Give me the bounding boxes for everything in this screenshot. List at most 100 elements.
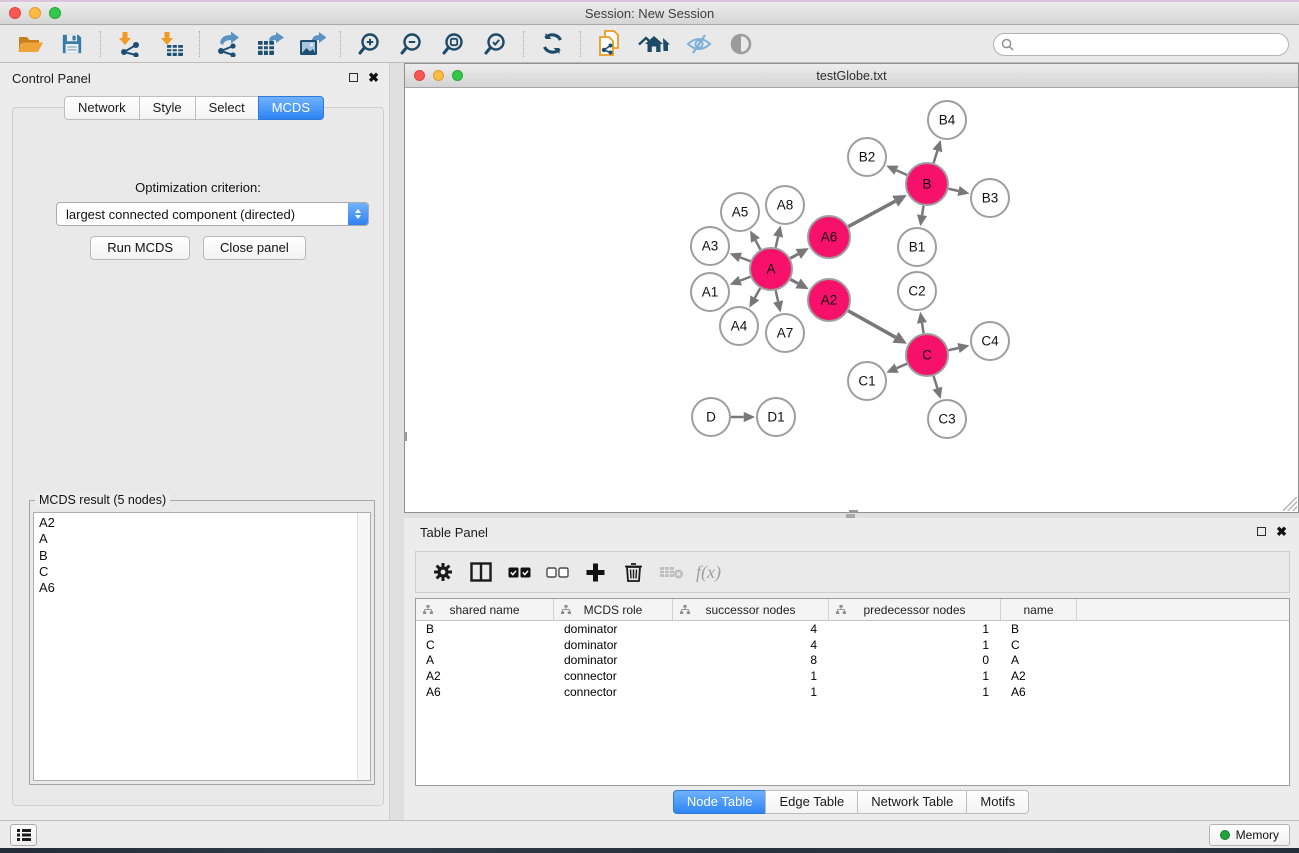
graph-edge-B-B1[interactable] bbox=[917, 206, 927, 227]
graph-edge-C-C2[interactable] bbox=[917, 312, 927, 334]
graph-node-A8[interactable]: A8 bbox=[766, 186, 804, 224]
select-all-columns-button[interactable] bbox=[504, 557, 534, 587]
tab-network[interactable]: Network bbox=[64, 96, 140, 120]
graph-node-C[interactable]: C bbox=[906, 334, 948, 376]
apply-layout-button[interactable] bbox=[538, 30, 566, 58]
result-list-item[interactable]: B bbox=[39, 548, 370, 564]
graph-node-C4[interactable]: C4 bbox=[971, 322, 1009, 360]
graph-edge-A-A8[interactable] bbox=[773, 226, 783, 248]
left-edge-grip[interactable] bbox=[404, 432, 407, 441]
graph-node-B[interactable]: B bbox=[906, 163, 948, 205]
column-header-successor-nodes[interactable]: successor nodes bbox=[673, 599, 829, 621]
graph-node-A2[interactable]: A2 bbox=[808, 279, 850, 321]
graph-edge-A6-B[interactable] bbox=[848, 195, 906, 227]
network-window-titlebar[interactable]: testGlobe.txt bbox=[405, 64, 1298, 88]
network-canvas[interactable]: B4 B2 B B3 A5A8A6 A3 B1 A A1 C2 A2 A4A7 C4 C C1 C3 D D1 bbox=[405, 88, 1298, 512]
graph-node-D[interactable]: D bbox=[692, 398, 730, 436]
column-header-name[interactable]: name bbox=[1001, 599, 1077, 621]
zoom-out-button[interactable] bbox=[397, 30, 425, 58]
export-network-button[interactable] bbox=[214, 30, 242, 58]
graph-edge-C-C3[interactable] bbox=[933, 376, 943, 399]
result-list-item[interactable]: C bbox=[39, 564, 370, 580]
graph-node-B3[interactable]: B3 bbox=[971, 179, 1009, 217]
result-list-item[interactable]: A2 bbox=[39, 515, 370, 531]
import-network-button[interactable] bbox=[115, 30, 143, 58]
column-header-mcds-role[interactable]: MCDS role bbox=[554, 599, 673, 621]
add-column-button[interactable] bbox=[580, 557, 610, 587]
criterion-dropdown[interactable]: largest connected component (directed) bbox=[56, 202, 369, 226]
graph-node-B1[interactable]: B1 bbox=[898, 228, 936, 266]
graph-edge-A-A6[interactable] bbox=[790, 248, 809, 259]
save-session-button[interactable] bbox=[58, 30, 86, 58]
run-mcds-button[interactable]: Run MCDS bbox=[90, 236, 190, 260]
zoom-in-button[interactable] bbox=[355, 30, 383, 58]
bottom-edge-grip[interactable] bbox=[849, 510, 858, 513]
graph-edge-D-D1[interactable] bbox=[731, 412, 755, 422]
export-image-button[interactable] bbox=[298, 30, 326, 58]
graph-node-A7[interactable]: A7 bbox=[766, 314, 804, 352]
graph-edge-B-B2[interactable] bbox=[886, 166, 907, 175]
table-row[interactable]: Adominator80A bbox=[416, 653, 1289, 669]
graph-edge-A2-C[interactable] bbox=[848, 311, 907, 344]
result-list-item[interactable]: A bbox=[39, 531, 370, 547]
graph-node-A4[interactable]: A4 bbox=[720, 307, 758, 345]
graph-node-C1[interactable]: C1 bbox=[848, 362, 886, 400]
graph-node-D1[interactable]: D1 bbox=[757, 398, 795, 436]
tab-style[interactable]: Style bbox=[139, 96, 196, 120]
table-row[interactable]: A2connector11A2 bbox=[416, 668, 1289, 684]
show-all-button[interactable] bbox=[727, 30, 755, 58]
zoom-selected-button[interactable] bbox=[481, 30, 509, 58]
open-session-button[interactable] bbox=[16, 30, 44, 58]
tab-motifs[interactable]: Motifs bbox=[966, 790, 1029, 814]
graph-node-C3[interactable]: C3 bbox=[928, 400, 966, 438]
export-table-button[interactable] bbox=[256, 30, 284, 58]
graph-node-A3[interactable]: A3 bbox=[691, 227, 729, 265]
zoom-fit-button[interactable] bbox=[439, 30, 467, 58]
table-row[interactable]: Cdominator41C bbox=[416, 637, 1289, 653]
graph-edge-A-A1[interactable] bbox=[730, 276, 751, 286]
table-row[interactable]: Bdominator41B bbox=[416, 621, 1289, 637]
graph-node-C2[interactable]: C2 bbox=[898, 272, 936, 310]
result-list-item[interactable]: A6 bbox=[39, 580, 370, 596]
delete-table-button[interactable] bbox=[656, 557, 686, 587]
table-row[interactable]: A6connector11A6 bbox=[416, 684, 1289, 700]
hide-selected-button[interactable] bbox=[685, 30, 713, 58]
deselect-all-columns-button[interactable] bbox=[542, 557, 572, 587]
import-table-button[interactable] bbox=[157, 30, 185, 58]
graph-edge-A-A4[interactable] bbox=[749, 288, 760, 308]
tab-network-table[interactable]: Network Table bbox=[857, 790, 967, 814]
task-history-button[interactable] bbox=[10, 824, 37, 846]
tab-mcds[interactable]: MCDS bbox=[258, 96, 324, 120]
graph-node-A1[interactable]: A1 bbox=[691, 273, 729, 311]
search-input[interactable] bbox=[1018, 36, 1288, 54]
graph-edge-A-A3[interactable] bbox=[730, 253, 751, 263]
close-table-panel-icon[interactable]: ✖ bbox=[1276, 526, 1287, 537]
delete-column-button[interactable] bbox=[618, 557, 648, 587]
graph-edge-A-A2[interactable] bbox=[790, 279, 808, 290]
graph-edge-B-B3[interactable] bbox=[948, 186, 969, 196]
memory-button[interactable]: Memory bbox=[1209, 824, 1290, 846]
float-panel-icon[interactable] bbox=[349, 73, 358, 82]
graph-node-A[interactable]: A bbox=[750, 248, 792, 290]
column-header-shared-name[interactable]: shared name bbox=[416, 599, 554, 621]
close-panel-icon[interactable]: ✖ bbox=[368, 72, 379, 83]
graph-edge-A-A5[interactable] bbox=[750, 230, 760, 249]
graph-edge-A-A7[interactable] bbox=[773, 290, 783, 312]
graph-edge-B-B4[interactable] bbox=[933, 140, 943, 163]
graph-node-B4[interactable]: B4 bbox=[928, 101, 966, 139]
result-list-scrollbar[interactable] bbox=[357, 513, 370, 780]
float-table-panel-icon[interactable] bbox=[1257, 527, 1266, 536]
table-settings-button[interactable] bbox=[428, 557, 458, 587]
graph-edge-C-C1[interactable] bbox=[886, 363, 907, 372]
function-builder-button[interactable]: f(x) bbox=[696, 562, 721, 583]
tab-edge-table[interactable]: Edge Table bbox=[765, 790, 858, 814]
graph-node-A6[interactable]: A6 bbox=[808, 216, 850, 258]
graph-node-B2[interactable]: B2 bbox=[848, 138, 886, 176]
split-view-button[interactable] bbox=[466, 557, 496, 587]
clone-network-button[interactable] bbox=[595, 30, 623, 58]
graph-node-A5[interactable]: A5 bbox=[721, 193, 759, 231]
tab-select[interactable]: Select bbox=[195, 96, 259, 120]
graph-edge-C-C4[interactable] bbox=[948, 343, 969, 353]
first-neighbors-button[interactable] bbox=[637, 30, 671, 58]
window-resize-grip[interactable] bbox=[1283, 497, 1297, 511]
